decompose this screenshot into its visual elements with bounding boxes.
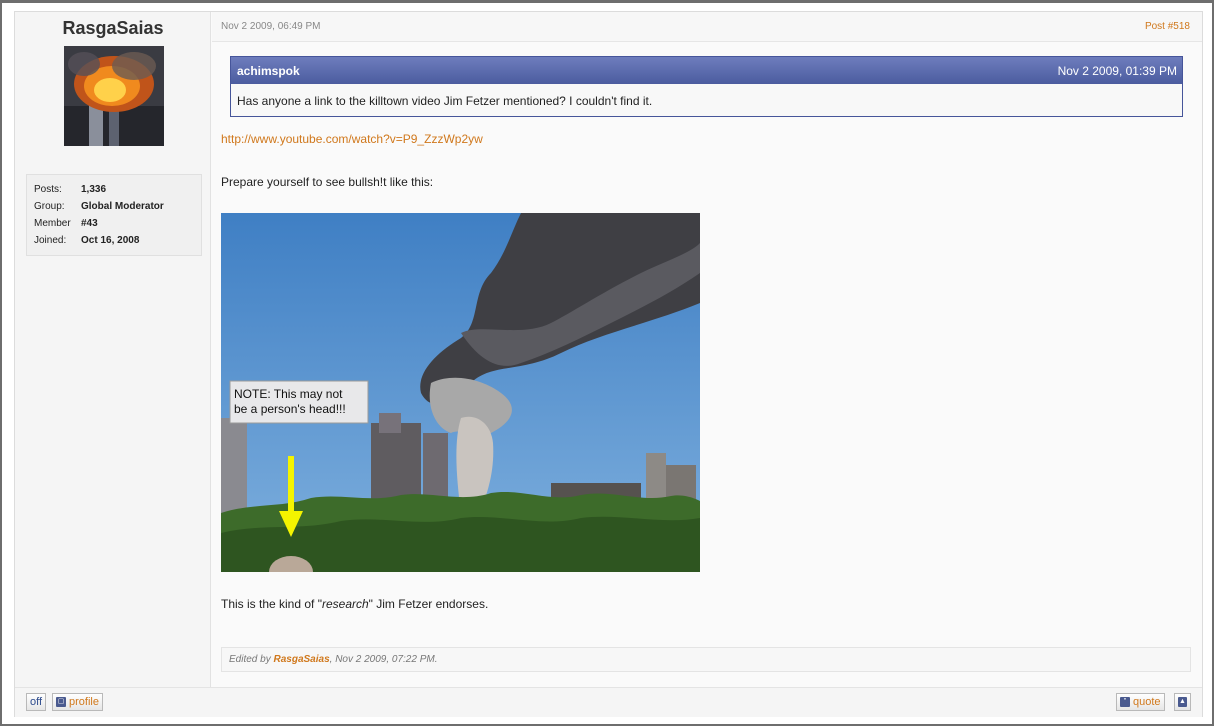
- post-paragraph-2: This is the kind of "research" Jim Fetze…: [221, 597, 489, 611]
- arrow-up-icon: ▲: [1178, 697, 1187, 707]
- author-avatar[interactable]: [64, 46, 164, 146]
- post-footer: off ▢ profile ” quote ▲: [15, 687, 1202, 717]
- quote-text: Has anyone a link to the killtown video …: [237, 94, 653, 108]
- quote-button[interactable]: ” quote: [1116, 693, 1165, 711]
- profile-icon: ▢: [56, 697, 66, 707]
- post-image[interactable]: NOTE: This may not be a person's head!!!: [221, 213, 700, 572]
- quote-author: achimspok: [237, 64, 300, 78]
- profile-button[interactable]: ▢ profile: [52, 693, 103, 711]
- post-date: Nov 2 2009, 06:49 PM: [221, 21, 321, 32]
- quote-block: achimspok Nov 2 2009, 01:39 PM Has anyon…: [230, 56, 1183, 117]
- post-number-link[interactable]: Post #518: [1145, 21, 1190, 32]
- offline-button[interactable]: off: [26, 693, 47, 711]
- window-frame: RasgaSaias Posts: 1,336 Group: Global Mo…: [0, 0, 1214, 726]
- stat-joined: Joined: Oct 16, 2008: [34, 235, 140, 246]
- author-panel: RasgaSaias Posts: 1,336 Group: Global Mo…: [15, 12, 211, 716]
- post-paragraph-1: Prepare yourself to see bullsh!t like th…: [221, 175, 434, 189]
- forum-post: RasgaSaias Posts: 1,336 Group: Global Mo…: [14, 11, 1203, 717]
- author-stats: Posts: 1,336 Group: Global Moderator Mem…: [26, 174, 202, 256]
- youtube-link[interactable]: http://www.youtube.com/watch?v=P9_ZzzWp2…: [221, 132, 483, 146]
- stat-posts: Posts: 1,336: [34, 184, 107, 195]
- quote-header: achimspok Nov 2 2009, 01:39 PM: [231, 57, 1182, 84]
- stat-group: Group: Global Moderator: [34, 201, 164, 212]
- quote-date: Nov 2 2009, 01:39 PM: [1057, 64, 1177, 78]
- edited-by-link[interactable]: RasgaSaias: [273, 654, 329, 665]
- post-header: Nov 2 2009, 06:49 PM Post #518: [212, 12, 1202, 42]
- author-name[interactable]: RasgaSaias: [15, 18, 211, 39]
- stat-member: Member #43: [34, 218, 98, 229]
- scroll-top-button[interactable]: ▲: [1174, 693, 1191, 711]
- emphasis-research: research: [321, 597, 369, 611]
- edited-note: Edited by RasgaSaias, Nov 2 2009, 07:22 …: [221, 647, 1191, 672]
- image-note-line2: be a person's head!!!: [234, 402, 346, 416]
- image-note-line1: NOTE: This may not: [234, 387, 343, 401]
- quote-icon: ”: [1120, 697, 1130, 707]
